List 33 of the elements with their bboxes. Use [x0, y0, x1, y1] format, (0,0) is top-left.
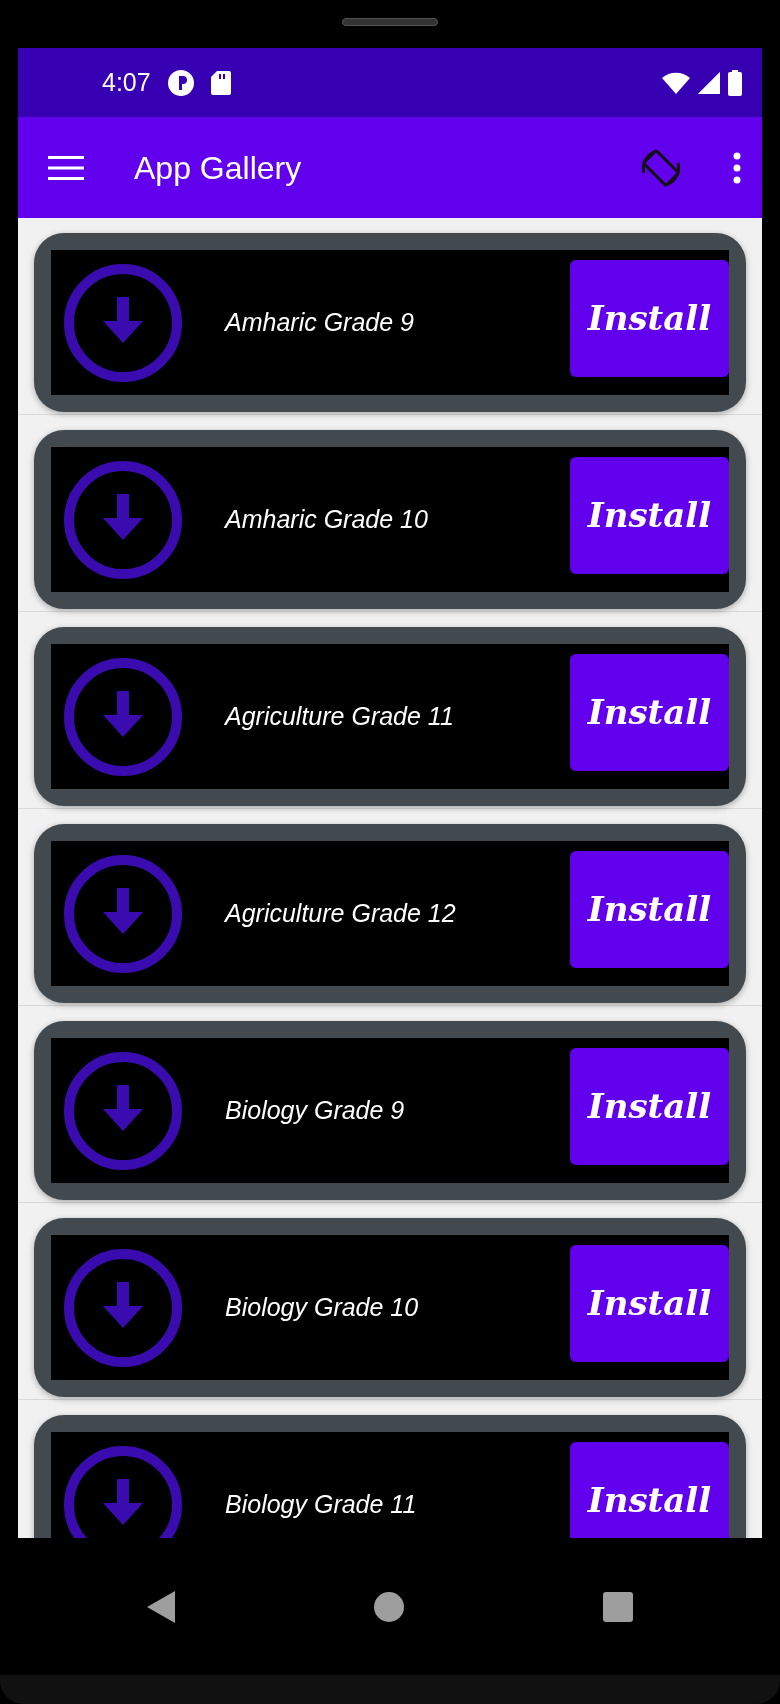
app-name: Amharic Grade 9: [225, 306, 415, 338]
battery-icon: [728, 69, 742, 96]
install-button[interactable]: Install: [570, 1245, 729, 1362]
app-name: Agriculture Grade 11: [225, 700, 455, 732]
install-button[interactable]: Install: [570, 1048, 729, 1165]
download-icon: [63, 656, 183, 777]
wifi-icon: [662, 71, 690, 94]
app-name: Biology Grade 9: [225, 1094, 406, 1126]
signal-icon: [698, 71, 720, 94]
app-name: Agriculture Grade 12: [225, 897, 457, 929]
menu-icon[interactable]: [48, 153, 84, 182]
back-icon[interactable]: [147, 1590, 176, 1623]
install-button[interactable]: Install: [570, 851, 729, 968]
download-icon: [63, 1247, 183, 1368]
download-icon: [63, 1050, 183, 1171]
app-title: App Gallery: [134, 148, 302, 188]
install-button[interactable]: Install: [570, 1442, 729, 1538]
install-button[interactable]: Install: [570, 654, 729, 771]
download-icon: [63, 459, 183, 580]
download-icon: [63, 262, 183, 383]
install-button[interactable]: Install: [570, 260, 729, 377]
more-options-icon[interactable]: [732, 151, 742, 184]
install-button[interactable]: Install: [570, 457, 729, 574]
sd-card-icon: [210, 70, 231, 95]
app-name: Biology Grade 10: [225, 1291, 420, 1323]
home-icon[interactable]: [374, 1591, 404, 1622]
download-icon: [63, 1444, 183, 1538]
download-icon: [63, 853, 183, 974]
status-time: 4:07: [102, 66, 151, 98]
app-name: Biology Grade 11: [225, 1488, 418, 1520]
notification-icon: [166, 68, 195, 97]
recents-icon[interactable]: [602, 1591, 633, 1622]
app-name: Amharic Grade 10: [225, 503, 429, 535]
